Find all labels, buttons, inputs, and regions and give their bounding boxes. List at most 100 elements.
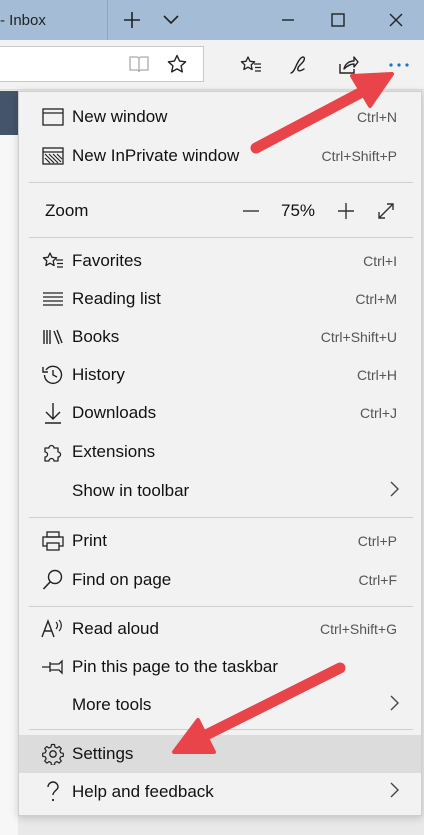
menu-item-show-in-toolbar[interactable]: Show in toolbar	[19, 472, 421, 510]
menu-item-find-on-page[interactable]: Find on page Ctrl+F	[19, 561, 421, 599]
chevron-right-icon	[389, 481, 399, 502]
new-tab-button[interactable]	[118, 0, 146, 40]
menu-item-label: Books	[72, 327, 120, 346]
books-icon	[41, 325, 65, 349]
maximize-button[interactable]	[318, 0, 358, 40]
menu-item-help-and-feedback[interactable]: Help and feedback	[19, 773, 421, 811]
share-button[interactable]	[333, 50, 363, 80]
close-button[interactable]	[374, 0, 418, 40]
shortcut-text: Ctrl+H	[356, 367, 397, 383]
zoom-label: Zoom	[45, 201, 89, 220]
menu-item-new-inprivate-window[interactable]: New InPrivate window Ctrl+Shift+P	[19, 137, 421, 175]
history-icon	[41, 363, 65, 387]
shortcut-text: Ctrl+M	[355, 291, 397, 307]
menu-item-label: Read aloud	[72, 619, 159, 638]
menu-divider	[29, 237, 413, 238]
close-icon	[389, 13, 403, 27]
star-icon	[167, 54, 187, 73]
inprivate-icon	[41, 144, 65, 168]
zoom-out-button[interactable]	[237, 197, 265, 225]
minimize-icon	[282, 19, 294, 21]
fullscreen-button[interactable]	[372, 197, 400, 225]
menu-item-label: Pin this page to the taskbar	[72, 657, 279, 676]
minimize-button[interactable]	[268, 0, 308, 40]
chevron-right-icon	[389, 782, 399, 803]
pin-icon	[41, 655, 65, 679]
shortcut-text: Ctrl+Shift+U	[320, 329, 397, 345]
menu-item-label: New InPrivate window	[72, 146, 240, 165]
menu-item-label: Downloads	[72, 403, 157, 422]
title-bar: - Inbox	[0, 0, 424, 40]
menu-item-pin-to-taskbar[interactable]: Pin this page to the taskbar	[19, 648, 421, 686]
tab-title: - Inbox	[0, 11, 46, 29]
favorites-hub-button[interactable]	[236, 50, 266, 80]
page-content-header	[0, 91, 18, 135]
print-icon	[41, 529, 65, 553]
settings-and-more-button[interactable]	[384, 50, 414, 80]
shortcut-text: Ctrl+Shift+P	[321, 148, 397, 164]
browser-tab[interactable]: - Inbox	[0, 0, 108, 40]
extensions-icon	[41, 440, 65, 464]
menu-item-label: Favorites	[72, 251, 142, 270]
shortcut-text: Ctrl+I	[363, 253, 397, 269]
pen-icon	[290, 56, 306, 74]
zoom-in-button[interactable]	[332, 197, 360, 225]
menu-item-label: More tools	[72, 695, 152, 714]
menu-item-label: Help and feedback	[72, 782, 214, 801]
menu-divider	[29, 517, 413, 518]
menu-item-settings[interactable]: Settings	[19, 735, 421, 773]
favorites-icon	[41, 249, 65, 273]
menu-item-new-window[interactable]: New window Ctrl+N	[19, 98, 421, 136]
favorites-list-icon	[240, 56, 261, 72]
menu-item-label: Print	[72, 531, 107, 550]
shortcut-text: Ctrl+Shift+G	[319, 621, 397, 637]
shortcut-text: Ctrl+P	[357, 533, 397, 549]
menu-divider	[29, 606, 413, 607]
zoom-level: 75%	[281, 201, 316, 220]
menu-item-print[interactable]: Print Ctrl+P	[19, 522, 421, 560]
menu-item-read-aloud[interactable]: Read aloud Ctrl+Shift+G	[19, 610, 421, 648]
menu-item-label: Extensions	[72, 442, 156, 461]
menu-item-label: History	[72, 365, 125, 384]
menu-item-history[interactable]: History Ctrl+H	[19, 356, 421, 394]
more-dots-icon	[389, 63, 409, 67]
shortcut-text: Ctrl+N	[356, 109, 397, 125]
share-icon	[339, 56, 359, 74]
downloads-icon	[41, 401, 65, 425]
menu-item-books[interactable]: Books Ctrl+Shift+U	[19, 318, 421, 356]
book-icon	[129, 56, 149, 73]
menu-divider	[29, 182, 413, 183]
fullscreen-icon	[378, 203, 394, 219]
minus-icon	[243, 210, 259, 212]
plus-icon	[124, 12, 140, 28]
gear-icon	[41, 742, 65, 766]
menu-item-more-tools[interactable]: More tools	[19, 686, 421, 724]
maximize-icon	[331, 13, 345, 27]
settings-and-more-menu: New window Ctrl+N New InPrivate window C…	[18, 91, 422, 816]
menu-item-label: Show in toolbar	[72, 481, 190, 500]
chevron-down-icon	[163, 15, 179, 25]
menu-item-extensions[interactable]: Extensions	[19, 433, 421, 471]
navigation-toolbar	[0, 40, 424, 90]
read-aloud-icon	[41, 617, 65, 641]
chevron-right-icon	[389, 695, 399, 716]
menu-divider	[29, 729, 413, 730]
menu-item-label: Settings	[72, 744, 134, 763]
shortcut-text: Ctrl+J	[360, 405, 397, 421]
reading-list-icon	[41, 287, 65, 311]
address-bar[interactable]	[0, 46, 204, 82]
menu-item-downloads[interactable]: Downloads Ctrl+J	[19, 394, 421, 432]
shortcut-text: Ctrl+F	[358, 572, 398, 588]
menu-item-favorites[interactable]: Favorites Ctrl+I	[19, 242, 421, 280]
help-icon	[41, 780, 65, 804]
web-note-button[interactable]	[284, 50, 314, 80]
add-favorite-button[interactable]	[162, 49, 192, 79]
search-icon	[41, 568, 65, 592]
page-content	[0, 135, 18, 835]
menu-item-label: Reading list	[72, 289, 161, 308]
tab-list-button[interactable]	[158, 0, 184, 40]
menu-item-reading-list[interactable]: Reading list Ctrl+M	[19, 280, 421, 318]
menu-item-label: New window	[72, 107, 168, 126]
plus-icon	[338, 203, 354, 219]
reading-view-button[interactable]	[124, 49, 154, 79]
